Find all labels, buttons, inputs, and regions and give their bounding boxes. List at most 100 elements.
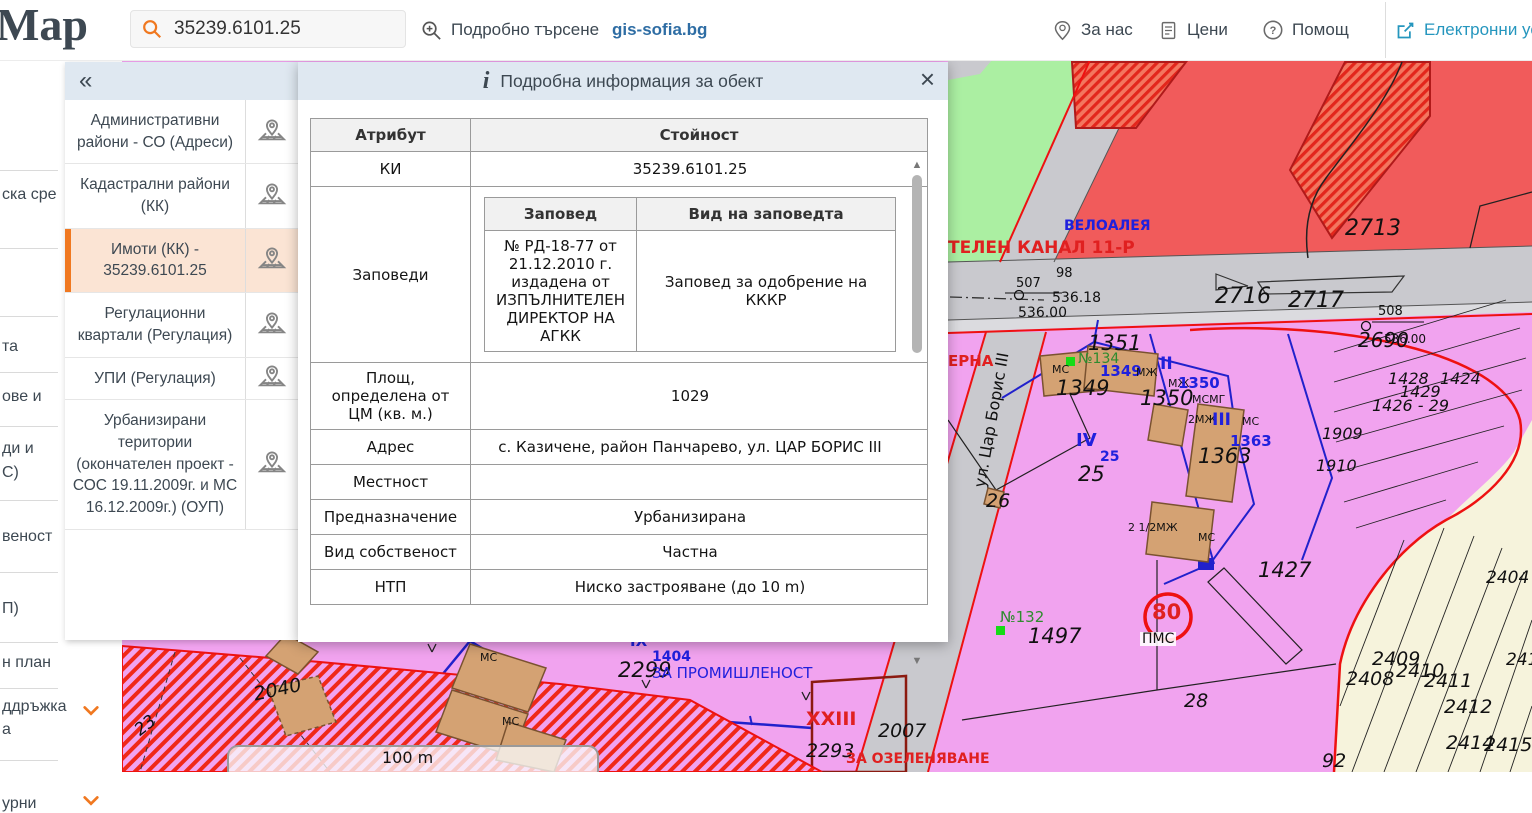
value-cell: с. Казичене, район Панчарево, ул. ЦАР БО… bbox=[471, 430, 928, 465]
site-link[interactable]: gis-sofia.bg bbox=[612, 0, 707, 60]
collapse-panel-button[interactable]: « bbox=[79, 67, 90, 95]
rail-item-fragment[interactable]: н план bbox=[2, 654, 51, 672]
rail-item-fragment[interactable]: урни bbox=[2, 795, 37, 813]
rail-divider bbox=[0, 760, 58, 761]
rail-item-fragment[interactable]: ска сре bbox=[2, 186, 57, 204]
question-icon: ? bbox=[1262, 19, 1284, 41]
attr-table-header: Стойност bbox=[471, 119, 928, 152]
popup-scrollbar[interactable]: ▲ ▼ bbox=[910, 159, 924, 667]
layer-item[interactable]: Регулационни квартали (Регулация) bbox=[65, 293, 298, 357]
rail-item-fragment[interactable]: ове и bbox=[2, 388, 42, 406]
attr-table-header: Атрибут bbox=[311, 119, 471, 152]
prices-label: Цени bbox=[1187, 20, 1228, 40]
layer-panel: « Административни райони - СО (Адреси)Ка… bbox=[65, 62, 298, 640]
about-link[interactable]: За нас bbox=[1052, 0, 1133, 60]
rail-item-fragment[interactable]: а bbox=[2, 721, 11, 739]
eservices-link[interactable]: Електронни услуги bbox=[1395, 0, 1532, 60]
app-logo[interactable]: Map bbox=[0, 0, 88, 51]
scroll-up-icon[interactable]: ▲ bbox=[911, 159, 923, 171]
map-pin-layer-icon[interactable] bbox=[246, 358, 298, 400]
attribute-cell: КИ bbox=[311, 152, 471, 187]
attribute-cell: Местност bbox=[311, 465, 471, 500]
chevron-down-icon[interactable] bbox=[82, 794, 100, 813]
rail-item-fragment[interactable]: ддръжка bbox=[2, 698, 67, 716]
topbar: Map Подробно търсене gis-sofia.bg За нас… bbox=[0, 0, 1532, 61]
search-plus-icon bbox=[420, 19, 443, 42]
value-cell: Частна bbox=[471, 535, 928, 570]
rail-divider bbox=[0, 688, 58, 689]
map-pin-layer-icon[interactable] bbox=[246, 293, 298, 356]
map-pin-layer-icon[interactable] bbox=[246, 100, 298, 163]
layer-item-label: УПИ (Регулация) bbox=[65, 358, 246, 400]
table-row: ЗаповедиЗаповедВид на заповедта№ РД-18-7… bbox=[311, 187, 928, 363]
map-pin-layer-icon[interactable] bbox=[246, 229, 298, 292]
value-cell: 35239.6101.25 bbox=[471, 152, 928, 187]
value-cell: ЗаповедВид на заповедта№ РД-18-77 от 21.… bbox=[471, 187, 928, 363]
nested-row: № РД-18-77 от 21.12.2010 г. издадена от … bbox=[485, 231, 896, 352]
table-row: НТПНиско застрояване (до 10 m) bbox=[311, 570, 928, 605]
nested-header: Вид на заповедта bbox=[637, 198, 896, 231]
attribute-cell: НТП bbox=[311, 570, 471, 605]
layer-item[interactable]: УПИ (Регулация) bbox=[65, 358, 298, 401]
rail-item-fragment[interactable]: П) bbox=[2, 600, 19, 618]
nested-header: Заповед bbox=[485, 198, 637, 231]
layer-item-label: Урбанизирани територии (окончателен прое… bbox=[65, 400, 246, 528]
layer-item-label: Административни райони - СО (Адреси) bbox=[65, 100, 246, 163]
help-link[interactable]: ? Помощ bbox=[1262, 0, 1349, 60]
search-icon bbox=[141, 18, 163, 40]
advanced-search-button[interactable]: Подробно търсене bbox=[420, 0, 599, 60]
attribute-cell: Вид собственост bbox=[311, 535, 471, 570]
value-cell bbox=[471, 465, 928, 500]
price-list-icon bbox=[1158, 20, 1179, 41]
table-row: ПредназначениеУрбанизирана bbox=[311, 500, 928, 535]
layer-list: Административни райони - СО (Адреси)Када… bbox=[65, 100, 298, 530]
about-label: За нас bbox=[1081, 20, 1133, 40]
help-label: Помощ bbox=[1292, 20, 1349, 40]
topbar-divider bbox=[1385, 2, 1386, 58]
scroll-down-icon[interactable]: ▼ bbox=[911, 655, 923, 667]
table-row: Местност bbox=[311, 465, 928, 500]
attribute-cell: Заповеди bbox=[311, 187, 471, 363]
orders-nested-table: ЗаповедВид на заповедта№ РД-18-77 от 21.… bbox=[484, 197, 896, 352]
rail-divider bbox=[0, 316, 58, 317]
scrollbar-thumb[interactable] bbox=[912, 175, 922, 353]
attribute-cell: Адрес bbox=[311, 430, 471, 465]
rail-item-fragment[interactable]: та bbox=[2, 338, 18, 356]
map-pin-layer-icon[interactable] bbox=[246, 400, 298, 528]
eservices-label: Електронни услуги bbox=[1424, 20, 1532, 40]
layer-item[interactable]: Административни райони - СО (Адреси) bbox=[65, 100, 298, 164]
chevron-down-icon[interactable] bbox=[82, 704, 100, 723]
rail-item-fragment[interactable]: С) bbox=[2, 464, 19, 482]
object-info-popup: i Подробна информация за обект × Атрибут… bbox=[298, 62, 948, 642]
rail-item-fragment[interactable]: ди и bbox=[2, 440, 34, 458]
attribute-cell: Предназначение bbox=[311, 500, 471, 535]
rail-divider bbox=[0, 500, 58, 501]
table-row: Вид собственостЧастна bbox=[311, 535, 928, 570]
layer-item[interactable]: Урбанизирани територии (окончателен прое… bbox=[65, 400, 298, 529]
attr-table-header-row: АтрибутСтойност bbox=[311, 119, 928, 152]
rail-divider bbox=[0, 170, 58, 171]
close-icon[interactable]: × bbox=[920, 66, 935, 92]
rail-divider bbox=[0, 642, 58, 643]
rail-item-fragment[interactable]: веност bbox=[2, 528, 52, 546]
layer-item[interactable]: Имоти (КК) - 35239.6101.25 bbox=[65, 229, 298, 293]
search-box[interactable] bbox=[130, 10, 406, 48]
search-input[interactable] bbox=[172, 17, 386, 41]
nested-cell: Заповед за одобрение на КККР bbox=[637, 231, 896, 352]
prices-link[interactable]: Цени bbox=[1158, 0, 1228, 60]
nested-cell: № РД-18-77 от 21.12.2010 г. издадена от … bbox=[485, 231, 637, 352]
popup-title: Подробна информация за обект bbox=[500, 71, 763, 92]
attribute-cell: Площ, определена от ЦМ (кв. м.) bbox=[311, 363, 471, 430]
map-pin-icon bbox=[1052, 20, 1073, 41]
value-cell: Урбанизирана bbox=[471, 500, 928, 535]
advanced-search-label: Подробно търсене bbox=[451, 20, 599, 40]
attr-table: АтрибутСтойност КИ35239.6101.25ЗаповедиЗ… bbox=[310, 118, 928, 605]
svg-text:?: ? bbox=[1270, 25, 1277, 37]
rail-divider bbox=[0, 426, 58, 427]
layer-item[interactable]: Кадастрални райони (КК) bbox=[65, 164, 298, 228]
table-row: Площ, определена от ЦМ (кв. м.)1029 bbox=[311, 363, 928, 430]
layer-item-label: Кадастрални райони (КК) bbox=[65, 164, 246, 227]
table-row: Адресс. Казичене, район Панчарево, ул. Ц… bbox=[311, 430, 928, 465]
rail-divider bbox=[0, 572, 58, 573]
map-pin-layer-icon[interactable] bbox=[246, 164, 298, 227]
